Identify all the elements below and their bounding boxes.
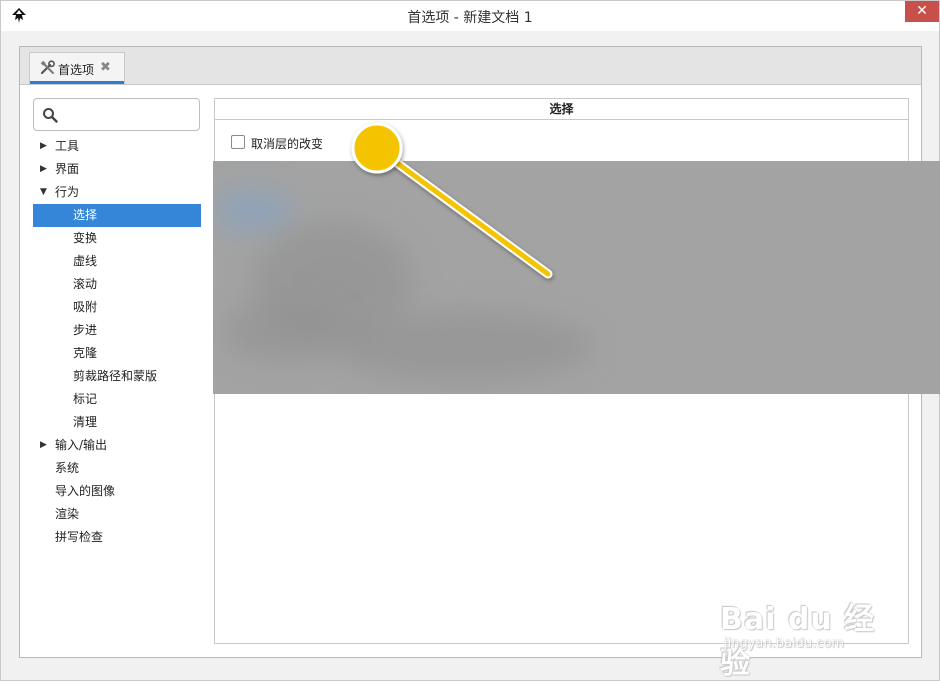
category-tree: ▶ 工具 ▶ 界面 ▼ 行为选择变换虚线滚动吸附步进克隆剪裁路径和蒙版 标记清理 ▶ 输入/输出… [33,135,201,549]
tree-item[interactable]: 清理 [33,411,201,434]
tree-item[interactable]: 克隆 [33,342,201,365]
expanded-arrow-icon[interactable]: ▼ [40,181,50,204]
tree-item[interactable]: 吸附 [33,296,201,319]
tree-item-label: 标记 [73,392,98,406]
tools-icon [40,60,55,75]
tree-item-label: 滚动 [73,277,98,291]
title-bar: 首选项 - 新建文档 1 ✕ [1,1,939,31]
tree-item-label: 拼写检查 [55,530,104,544]
tab-label: 首选项 [58,63,95,77]
baidu-jingyan-watermark: Bai du 经验 jingyan.baidu.com [720,592,900,681]
tree-item-label: 剪裁路径和蒙版 [73,369,158,383]
tree-item-label: 步进 [73,323,98,337]
collapsed-arrow-icon[interactable]: ▶ [40,434,50,457]
search-box[interactable] [33,98,200,131]
tree-item-label: 系统 [55,461,80,475]
tree-item[interactable]: 变换 [33,227,201,250]
tree-item-label: 选择 [73,208,98,222]
tab-active-indicator [30,81,124,84]
tree-item-label: 输入/输出 [55,438,108,452]
panel-title: 选择 [215,99,908,120]
tree-item-label: 工具 [55,139,80,153]
tree-item[interactable]: 选择 [33,204,201,227]
tree-item[interactable]: 系统 [33,457,201,480]
tree-item-label: 导入的图像 [55,484,116,498]
collapsed-arrow-icon[interactable]: ▶ [40,135,50,158]
tab-preferences[interactable]: 首选项 ✖ [29,52,125,84]
tree-item-label: 变换 [73,231,98,245]
tree-item-label: 清理 [73,415,98,429]
blurred-region [213,161,940,394]
search-input[interactable] [62,104,196,126]
tree-item-label: 吸附 [73,300,98,314]
checkbox-label: 取消层的改变 [251,137,324,151]
tree-item-label: 渲染 [55,507,80,521]
tree-item[interactable]: 导入的图像 [33,480,201,503]
tree-item[interactable]: 步进 [33,319,201,342]
search-icon [43,108,58,123]
tree-item[interactable]: 拼写检查 [33,526,201,549]
tree-item[interactable]: ▶ 界面 [33,158,201,181]
tree-item[interactable]: ▶ 工具 [33,135,201,158]
tree-item[interactable]: 虚线 [33,250,201,273]
tab-strip: 首选项 ✖ [20,47,921,85]
window-close-button[interactable]: ✕ [905,1,939,22]
tree-item[interactable]: 渲染 [33,503,201,526]
tree-item-label: 行为 [55,185,80,199]
watermark-url: jingyan.baidu.com [724,636,844,651]
tree-item[interactable]: ▼ 行为 [33,181,201,204]
tree-item[interactable]: ▶ 输入/输出 [33,434,201,457]
tree-item-label: 克隆 [73,346,98,360]
tree-item-label: 界面 [55,162,80,176]
tab-close-icon[interactable]: ✖ [100,60,111,75]
tree-item-label: 虚线 [73,254,98,268]
tree-item[interactable]: 滚动 [33,273,201,296]
window-title: 首选项 - 新建文档 1 [407,10,533,26]
collapsed-arrow-icon[interactable]: ▶ [40,158,50,181]
tree-item[interactable]: 剪裁路径和蒙版 [33,365,201,388]
deselect-on-layer-change-checkbox[interactable] [231,135,245,149]
tree-item[interactable]: 标记 [33,388,201,411]
